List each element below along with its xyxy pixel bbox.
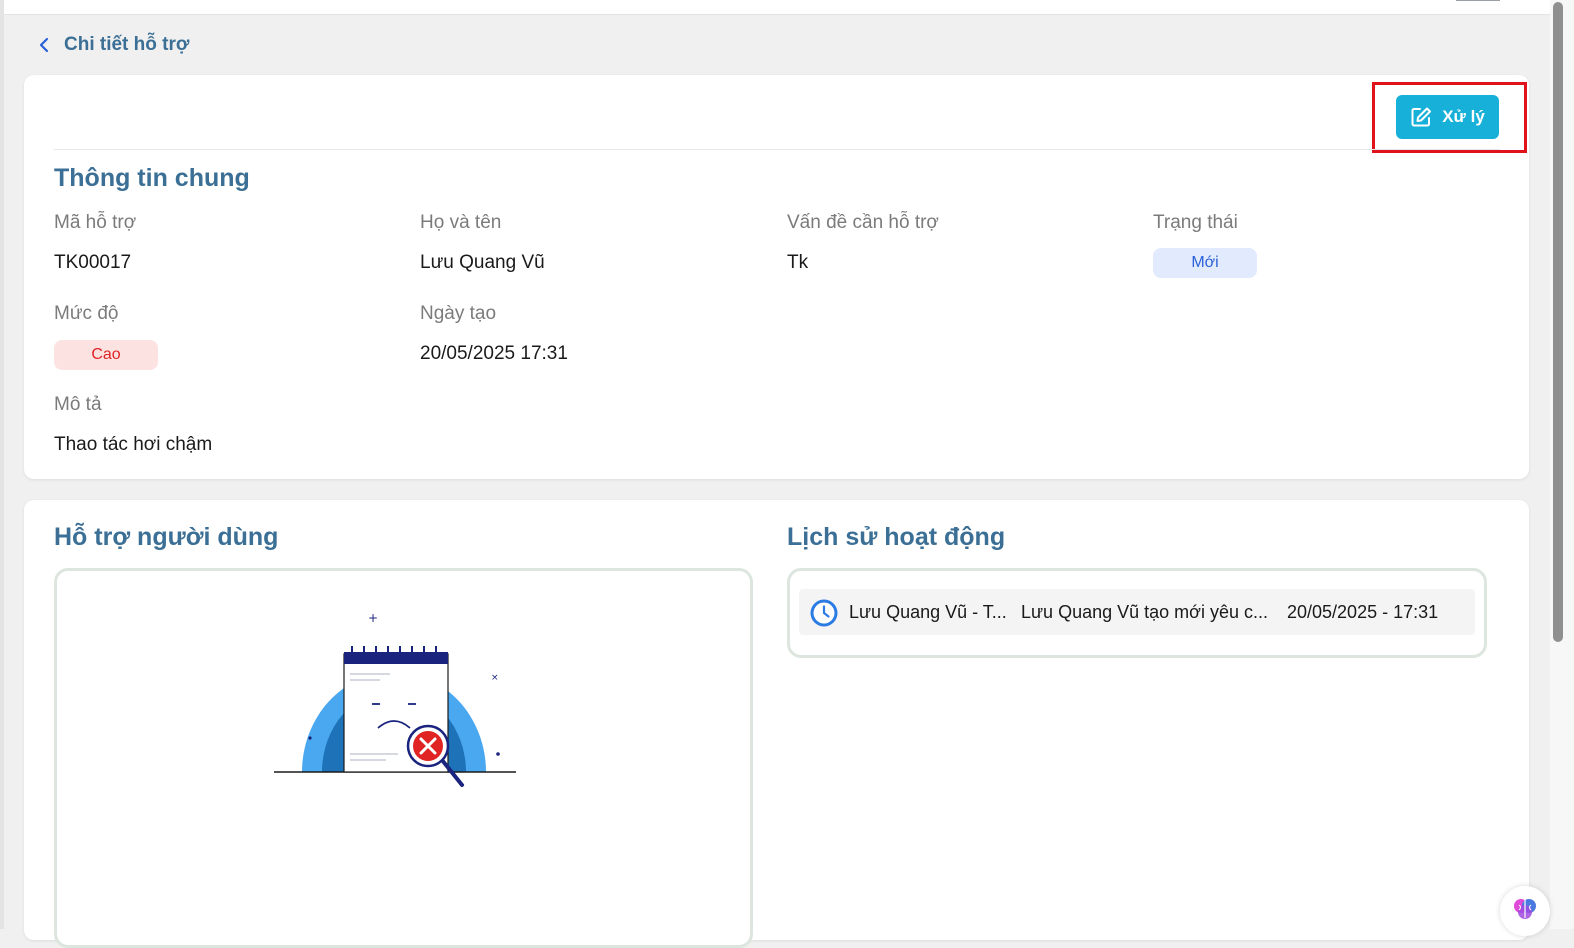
history-title: Lịch sử hoạt động — [787, 523, 1006, 551]
general-info-card — [24, 75, 1529, 479]
issue-label: Vấn đề cần hỗ trợ — [787, 212, 939, 233]
page-header[interactable]: Chi tiết hỗ trợ — [36, 30, 189, 60]
description-value: Thao tác hơi chậm — [54, 434, 213, 455]
edit-icon — [1410, 106, 1432, 128]
process-button[interactable]: Xử lý — [1396, 95, 1499, 139]
priority-label: Mức độ — [54, 303, 119, 324]
history-action: Lưu Quang Vũ tạo mới yêu c... — [1021, 602, 1268, 622]
ticket-code-label: Mã hỗ trợ — [54, 212, 137, 233]
issue-value: Tk — [787, 252, 809, 273]
history-item[interactable]: Lưu Quang Vũ - T... Lưu Quang Vũ tạo mới… — [799, 589, 1475, 635]
left-edge — [0, 0, 4, 929]
svg-text:×: × — [491, 673, 499, 683]
page-title: Chi tiết hỗ trợ — [64, 34, 190, 55]
full-name-label: Họ và tên — [420, 212, 502, 233]
description-label: Mô tả — [54, 394, 102, 415]
status-label: Trạng thái — [1153, 212, 1238, 233]
support-title: Hỗ trợ người dùng — [54, 523, 279, 551]
card-divider — [54, 149, 1500, 150]
ai-brain-icon — [1512, 896, 1538, 927]
scrollbar-thumb[interactable] — [1553, 2, 1563, 642]
ticket-code-value: TK00017 — [54, 252, 132, 273]
priority-badge: Cao — [54, 340, 158, 370]
full-name-value: Lưu Quang Vũ — [420, 252, 545, 273]
created-at-label: Ngày tạo — [420, 303, 497, 324]
history-time: 20/05/2025 - 17:31 — [1287, 602, 1439, 622]
created-at-value: 20/05/2025 17:31 — [420, 343, 568, 364]
clock-icon — [809, 598, 839, 628]
general-info-title: Thông tin chung — [54, 164, 250, 192]
top-bar-marker — [1456, 0, 1500, 1]
svg-text:+: + — [368, 611, 378, 625]
no-results-illustration: + × — [270, 610, 520, 790]
process-button-label: Xử lý — [1442, 107, 1485, 126]
top-bar — [4, 0, 1550, 15]
chevron-left-icon[interactable] — [36, 37, 52, 53]
status-badge: Mới — [1153, 248, 1257, 278]
history-actor: Lưu Quang Vũ - T... — [849, 602, 1007, 622]
